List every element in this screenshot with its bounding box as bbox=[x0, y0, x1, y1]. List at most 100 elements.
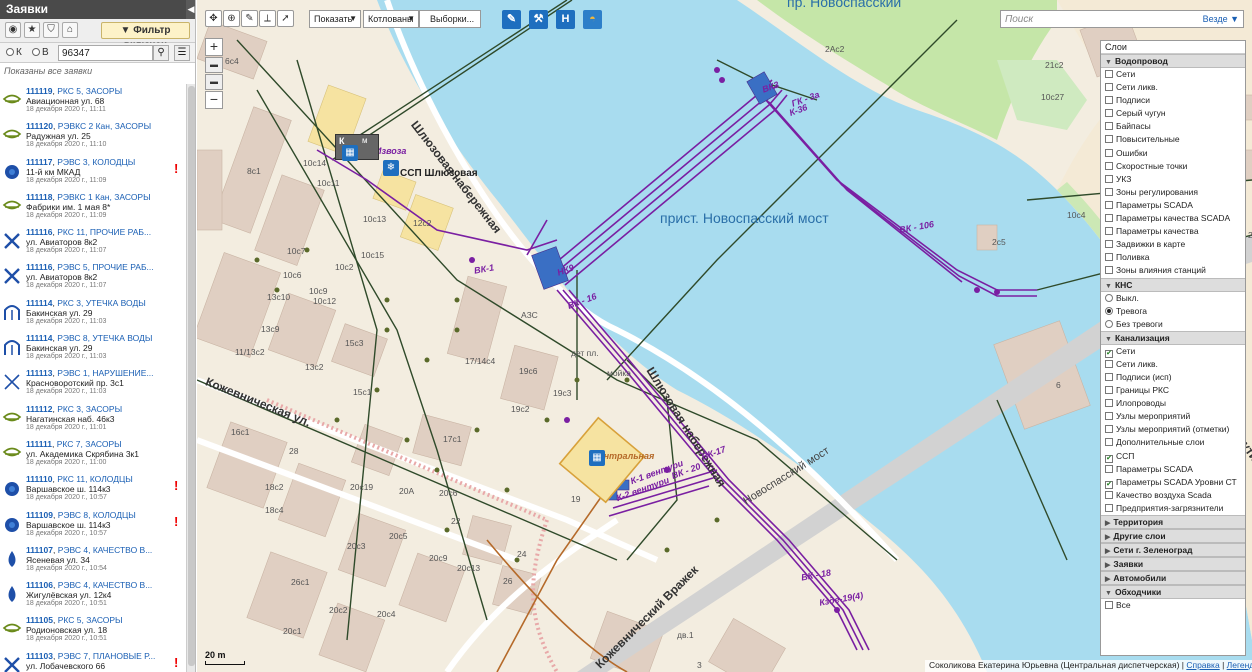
show-dropdown[interactable]: Показать ▼ bbox=[309, 10, 361, 28]
layer-checkbox-item[interactable]: Подписи (исп) bbox=[1101, 371, 1245, 384]
order-number-input[interactable] bbox=[58, 45, 153, 61]
layer-checkbox-item[interactable]: Границы РКС bbox=[1101, 384, 1245, 397]
checkbox[interactable] bbox=[1105, 161, 1113, 170]
eye-icon[interactable]: ◉ bbox=[5, 22, 21, 38]
collapse-panel-icon[interactable]: ◀ bbox=[186, 0, 195, 19]
checkbox[interactable] bbox=[1105, 372, 1113, 381]
tool-icon[interactable]: ⚒ bbox=[529, 10, 548, 29]
layer-checkbox-item[interactable]: Повысительные bbox=[1101, 133, 1245, 146]
zoom-slider-icon-2[interactable]: ▬ bbox=[205, 74, 223, 90]
legend-link[interactable]: Легенда bbox=[1227, 660, 1252, 670]
layer-section-header[interactable]: ▶ Территория bbox=[1101, 515, 1245, 529]
layer-checkbox-item[interactable]: УКЗ bbox=[1101, 173, 1245, 186]
layer-checkbox-item[interactable]: ✔ ССП bbox=[1101, 450, 1245, 463]
checkbox[interactable] bbox=[1105, 490, 1113, 499]
layer-checkbox-item[interactable]: Байпасы bbox=[1101, 120, 1245, 133]
list-icon[interactable]: ☰ bbox=[174, 45, 190, 61]
building-icon[interactable]: ⌂ bbox=[62, 22, 78, 38]
zoom-out-button[interactable]: − bbox=[205, 91, 223, 109]
checkbox[interactable] bbox=[1105, 438, 1113, 447]
layer-checkbox-item[interactable]: Илопроводы bbox=[1101, 397, 1245, 410]
order-item[interactable]: 111103, РЭВС 7, ПЛАНОВЫЕ Р... ул. Лобачев… bbox=[0, 649, 186, 672]
checkbox[interactable] bbox=[1105, 227, 1113, 236]
layer-section-header[interactable]: ▶ Сети г. Зеленоград bbox=[1101, 543, 1245, 557]
layer-section-header[interactable]: ▼ Водопровод bbox=[1101, 54, 1245, 68]
layer-checkbox-item[interactable]: Параметры качества bbox=[1101, 225, 1245, 238]
hydrant-icon[interactable]: H bbox=[556, 10, 575, 29]
checkbox[interactable] bbox=[1105, 412, 1113, 421]
checkbox[interactable] bbox=[1105, 266, 1113, 275]
map-view[interactable]: прист. Новоспасский мост Новоспасский мо… bbox=[197, 0, 1252, 672]
layer-checkbox-item[interactable]: ✔ Параметры SCADA Уровни СТ bbox=[1101, 476, 1245, 489]
order-item[interactable]: 111105, РКС 5, ЗАСОРЫ Родионовская ул. 18… bbox=[0, 613, 186, 648]
order-item[interactable]: 111116, РКС 11, ПРОЧИЕ РАБ... ул. Авиатор… bbox=[0, 225, 186, 260]
ssp-building-icon[interactable]: ▦ bbox=[342, 145, 358, 161]
measure-icon[interactable]: ✎ bbox=[241, 10, 258, 27]
checkbox[interactable] bbox=[1105, 253, 1113, 262]
layer-section-header[interactable]: ▼ КНС bbox=[1101, 277, 1245, 292]
kotlovany-dropdown[interactable]: Котлованы ▼ bbox=[363, 10, 419, 28]
layer-checkbox-item[interactable]: Дополнительные слои bbox=[1101, 436, 1245, 449]
order-item[interactable]: 111112, РКС 3, ЗАСОРЫ Нагатинская наб. 46… bbox=[0, 402, 186, 437]
checkbox[interactable] bbox=[1105, 70, 1113, 78]
layer-checkbox-item[interactable]: Параметры SCADA bbox=[1101, 199, 1245, 212]
vyborki-button[interactable]: Выборки... bbox=[419, 10, 481, 28]
checkbox[interactable] bbox=[1105, 503, 1113, 512]
layer-section-header[interactable]: ▼ Обходчики bbox=[1101, 585, 1245, 599]
layer-checkbox-item[interactable]: Задвижки в карте bbox=[1101, 238, 1245, 251]
radio[interactable] bbox=[1105, 319, 1113, 328]
checkbox[interactable] bbox=[1105, 214, 1113, 223]
checkbox[interactable] bbox=[1105, 83, 1113, 92]
order-item[interactable]: 111109, РЭВС 8, КОЛОДЦЫ Варшавское ш. 114… bbox=[0, 508, 186, 543]
checkbox[interactable] bbox=[1105, 187, 1113, 196]
checkbox[interactable] bbox=[1105, 96, 1113, 105]
layer-checkbox-item[interactable]: Все bbox=[1101, 599, 1245, 612]
layer-checkbox-item[interactable]: ✔ Сети bbox=[1101, 345, 1245, 358]
radio[interactable] bbox=[1105, 306, 1113, 315]
layer-checkbox-item[interactable]: Параметры SCADA bbox=[1101, 463, 1245, 476]
order-item[interactable]: 111111, РКС 7, ЗАСОРЫ ул. Академика Скряб… bbox=[0, 437, 186, 472]
zoom-in-button[interactable]: + bbox=[205, 38, 223, 56]
checkbox[interactable] bbox=[1105, 148, 1113, 157]
checkbox[interactable] bbox=[1105, 174, 1113, 183]
pointer-icon[interactable]: ➚ bbox=[277, 10, 294, 27]
checkbox[interactable]: ✔ bbox=[1105, 349, 1113, 358]
order-item[interactable]: 111106, РЭВС 4, КАЧЕСТВО В... Жигулёвская… bbox=[0, 578, 186, 613]
layer-checkbox-item[interactable]: Узлы мероприятий (отметки) bbox=[1101, 423, 1245, 436]
orders-scrollbar[interactable] bbox=[186, 84, 195, 672]
order-item[interactable]: 111114, РКС 3, УТЕЧКА ВОДЫ Бакинская ул. … bbox=[0, 296, 186, 331]
order-item[interactable]: 111120, РЭВКС 2 Кан, ЗАСОРЫ Радужная ул. … bbox=[0, 119, 186, 154]
checkbox[interactable] bbox=[1105, 122, 1113, 131]
excavation-icon[interactable]: ◓ bbox=[583, 10, 602, 29]
checkbox[interactable]: ✔ bbox=[1105, 454, 1113, 463]
orders-tab[interactable]: Заявки bbox=[0, 0, 186, 19]
layer-radio-item[interactable]: Выкл. bbox=[1101, 292, 1245, 305]
checkbox[interactable] bbox=[1105, 601, 1113, 609]
search-icon[interactable]: ⚲ bbox=[153, 45, 169, 61]
ssp-snowflake-icon[interactable]: ❄ bbox=[383, 160, 399, 176]
layer-checkbox-item[interactable]: Сети ликв. bbox=[1101, 81, 1245, 94]
map-search[interactable]: Поиск Везде ▼ bbox=[1000, 10, 1244, 28]
checkbox[interactable] bbox=[1105, 359, 1113, 368]
layer-checkbox-item[interactable]: Скоростные точки bbox=[1101, 160, 1245, 173]
checkbox[interactable] bbox=[1105, 399, 1113, 408]
layer-section-header[interactable]: ▼ Канализация bbox=[1101, 330, 1245, 345]
radio[interactable] bbox=[1105, 293, 1113, 302]
checkbox[interactable] bbox=[1105, 464, 1113, 473]
order-item[interactable]: 111118, РЭВКС 1 Кан, ЗАСОРЫ Фабрики им. 1… bbox=[0, 190, 186, 225]
layer-section-header[interactable]: ▶ Автомобили bbox=[1101, 571, 1245, 585]
order-item[interactable]: 111116, РЭВС 5, ПРОЧИЕ РАБ... ул. Авиатор… bbox=[0, 260, 186, 295]
checkbox[interactable] bbox=[1105, 386, 1113, 395]
layer-checkbox-item[interactable]: Ошибки bbox=[1101, 147, 1245, 160]
filter-button[interactable]: ▼ Фильтр включен bbox=[101, 22, 190, 51]
layer-checkbox-item[interactable]: Качество воздуха Scada bbox=[1101, 489, 1245, 502]
layer-checkbox-item[interactable]: Предприятия-загрязнители bbox=[1101, 502, 1245, 515]
central-building-icon[interactable]: ▦ bbox=[589, 450, 605, 466]
order-item[interactable]: 111107, РЭВС 4, КАЧЕСТВО В... Ясеневая ул… bbox=[0, 543, 186, 578]
checkbox[interactable] bbox=[1105, 200, 1113, 209]
zoom-slider-icon[interactable]: ▬ bbox=[205, 57, 223, 73]
layer-checkbox-item[interactable]: Зоны регулирования bbox=[1101, 186, 1245, 199]
checkbox[interactable] bbox=[1105, 135, 1113, 144]
checkbox[interactable]: ✔ bbox=[1105, 480, 1113, 489]
layer-checkbox-item[interactable]: Зоны влияния станций bbox=[1101, 264, 1245, 277]
